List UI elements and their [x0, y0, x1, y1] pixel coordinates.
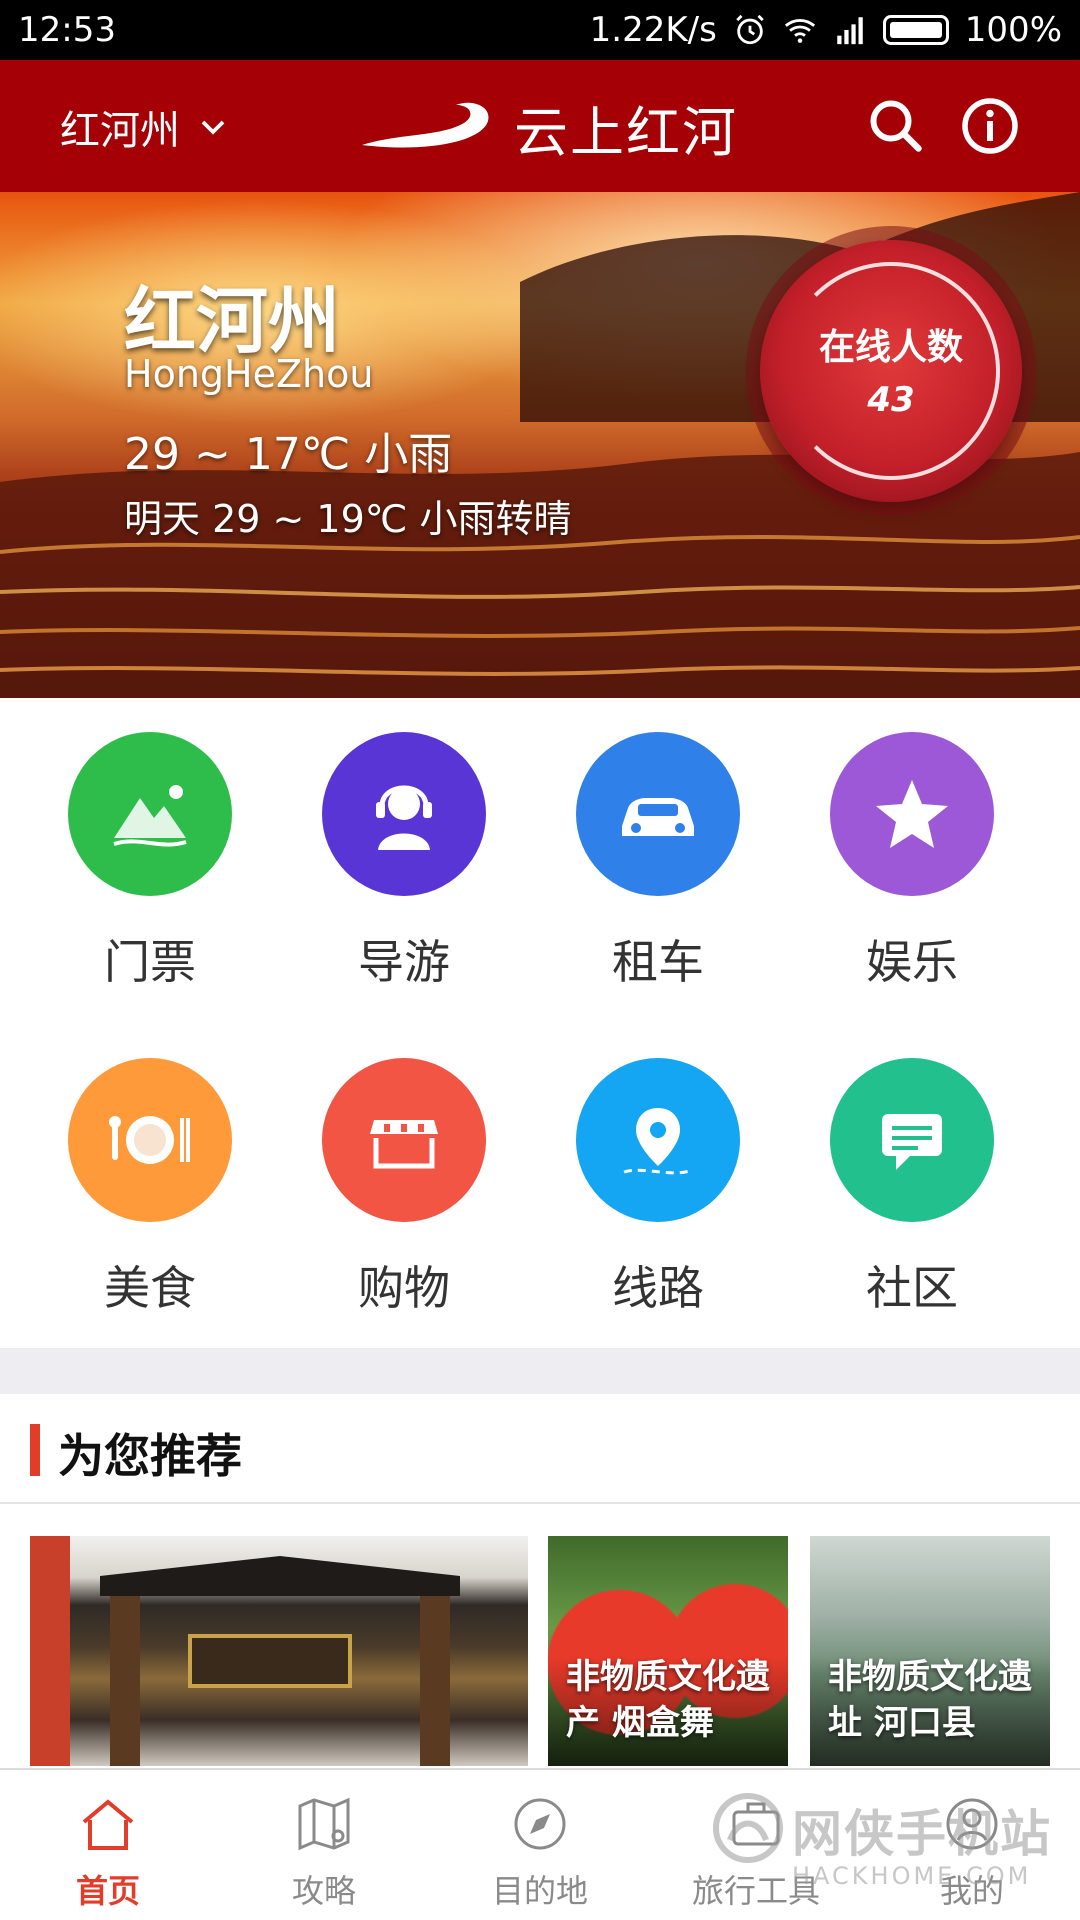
chat-icon [882, 1114, 942, 1170]
nav-label: 我的 [939, 1872, 1004, 1910]
star-icon [876, 780, 948, 848]
feature-circle [68, 1058, 232, 1222]
headset-guide-icon [376, 785, 432, 850]
feature-circle [322, 1058, 486, 1222]
feature-shopping[interactable]: 购物 [256, 1024, 516, 1324]
feature-guide[interactable]: 导游 [256, 698, 516, 998]
recommend-accent-bar [30, 1424, 40, 1476]
nav-label: 旅行工具 [691, 1872, 820, 1910]
section-divider [0, 1348, 1080, 1394]
feature-circle [576, 1058, 740, 1222]
feature-label: 购物 [358, 1261, 450, 1315]
wifi-icon [784, 19, 815, 43]
status-right: 1.22K/s 100% [590, 10, 1062, 50]
toolbox-icon [732, 1802, 780, 1846]
status-bar: 12:53 1.22K/s 100% [0, 0, 1080, 60]
signal-icon [837, 17, 863, 45]
city-label: 红河州 [60, 108, 180, 154]
status-time: 12:53 [18, 10, 116, 50]
mountain-ticket-icon [113, 785, 187, 847]
swoosh-logo-icon [362, 102, 489, 148]
shop-icon [370, 1120, 438, 1169]
battery-icon [882, 15, 949, 45]
feature-entertainment[interactable]: 娱乐 [764, 698, 1024, 998]
nav-guides[interactable]: 攻略 [216, 1770, 432, 1920]
nav-destination[interactable]: 目的地 [432, 1770, 648, 1920]
plate-cutlery-icon [109, 1116, 190, 1164]
alarm-icon [736, 14, 764, 45]
user-icon [946, 1798, 998, 1850]
hero-city-pinyin: HongHeZhou [124, 352, 374, 396]
feature-label: 导游 [358, 935, 450, 989]
bottom-nav: 首页 攻略 目的地 旅行工具 我的 [0, 1768, 1080, 1920]
app-header: 红河州 云上红河 [0, 60, 1080, 192]
card-caption: 非物质文化遗址 河口县 [828, 1657, 1032, 1743]
weather-today: 29 ~ 17℃ 小雨 [124, 429, 453, 480]
feature-circle [576, 732, 740, 896]
nav-label: 目的地 [491, 1872, 588, 1910]
feature-circle [322, 732, 486, 896]
badge-ring [782, 262, 1000, 480]
feature-label: 美食 [104, 1261, 196, 1315]
feature-label: 租车 [612, 935, 704, 989]
hero-banner[interactable]: 红河州 HongHeZhou 29 ~ 17℃ 小雨 明天 29 ~ 19℃ 小… [0, 192, 1080, 698]
archway-image [30, 1536, 460, 1766]
info-icon[interactable] [960, 96, 1020, 156]
nav-label: 攻略 [291, 1872, 356, 1910]
app-title: 云上红河 [514, 101, 738, 164]
search-icon[interactable] [866, 96, 926, 156]
online-count-badge[interactable]: 在线人数 43 [760, 240, 1022, 502]
map-guide-icon [298, 1797, 350, 1851]
feature-label: 社区 [866, 1261, 958, 1315]
location-route-icon [623, 1108, 693, 1175]
online-count: 43 [867, 380, 915, 420]
app-logo: 云上红河 [360, 88, 738, 167]
feature-label: 门票 [104, 935, 196, 989]
feature-community[interactable]: 社区 [764, 1024, 1024, 1324]
recommend-card-gate[interactable] [30, 1536, 528, 1766]
feature-circle [830, 732, 994, 896]
feature-food[interactable]: 美食 [2, 1024, 262, 1324]
net-speed: 1.22K/s [589, 10, 717, 50]
feature-car-rental[interactable]: 租车 [510, 698, 770, 998]
nav-home[interactable]: 首页 [0, 1770, 216, 1920]
chevron-down-icon [201, 120, 225, 135]
feature-routes[interactable]: 线路 [510, 1024, 770, 1324]
nav-tools[interactable]: 旅行工具 [648, 1770, 864, 1920]
feature-tickets[interactable]: 门票 [2, 698, 262, 998]
city-selector[interactable]: 红河州 [60, 98, 228, 156]
feature-label: 线路 [612, 1261, 704, 1315]
feature-label: 娱乐 [866, 935, 958, 989]
car-icon [622, 798, 694, 836]
recommend-card-hekou[interactable]: 非物质文化遗址 河口县 [810, 1536, 1050, 1766]
battery-percent: 100% [964, 10, 1062, 50]
nav-label: 首页 [75, 1872, 140, 1910]
recommend-card-dance[interactable]: 非物质文化遗产 烟盒舞 [548, 1536, 788, 1766]
feature-grid: 门票 导游 租车 娱乐 美食 购物 线路 社区 [0, 698, 1080, 1348]
card-caption: 非物质文化遗产 烟盒舞 [566, 1657, 770, 1743]
nav-profile[interactable]: 我的 [864, 1770, 1080, 1920]
online-label: 在线人数 [818, 327, 963, 368]
feature-circle [68, 732, 232, 896]
home-icon [82, 1799, 134, 1850]
recommend-title: 为您推荐 [58, 1429, 242, 1483]
weather-tomorrow: 明天 29 ~ 19℃ 小雨转晴 [124, 497, 572, 541]
feature-circle [830, 1058, 994, 1222]
recommend-header: 为您推荐 [0, 1394, 1080, 1504]
compass-icon [514, 1798, 566, 1850]
